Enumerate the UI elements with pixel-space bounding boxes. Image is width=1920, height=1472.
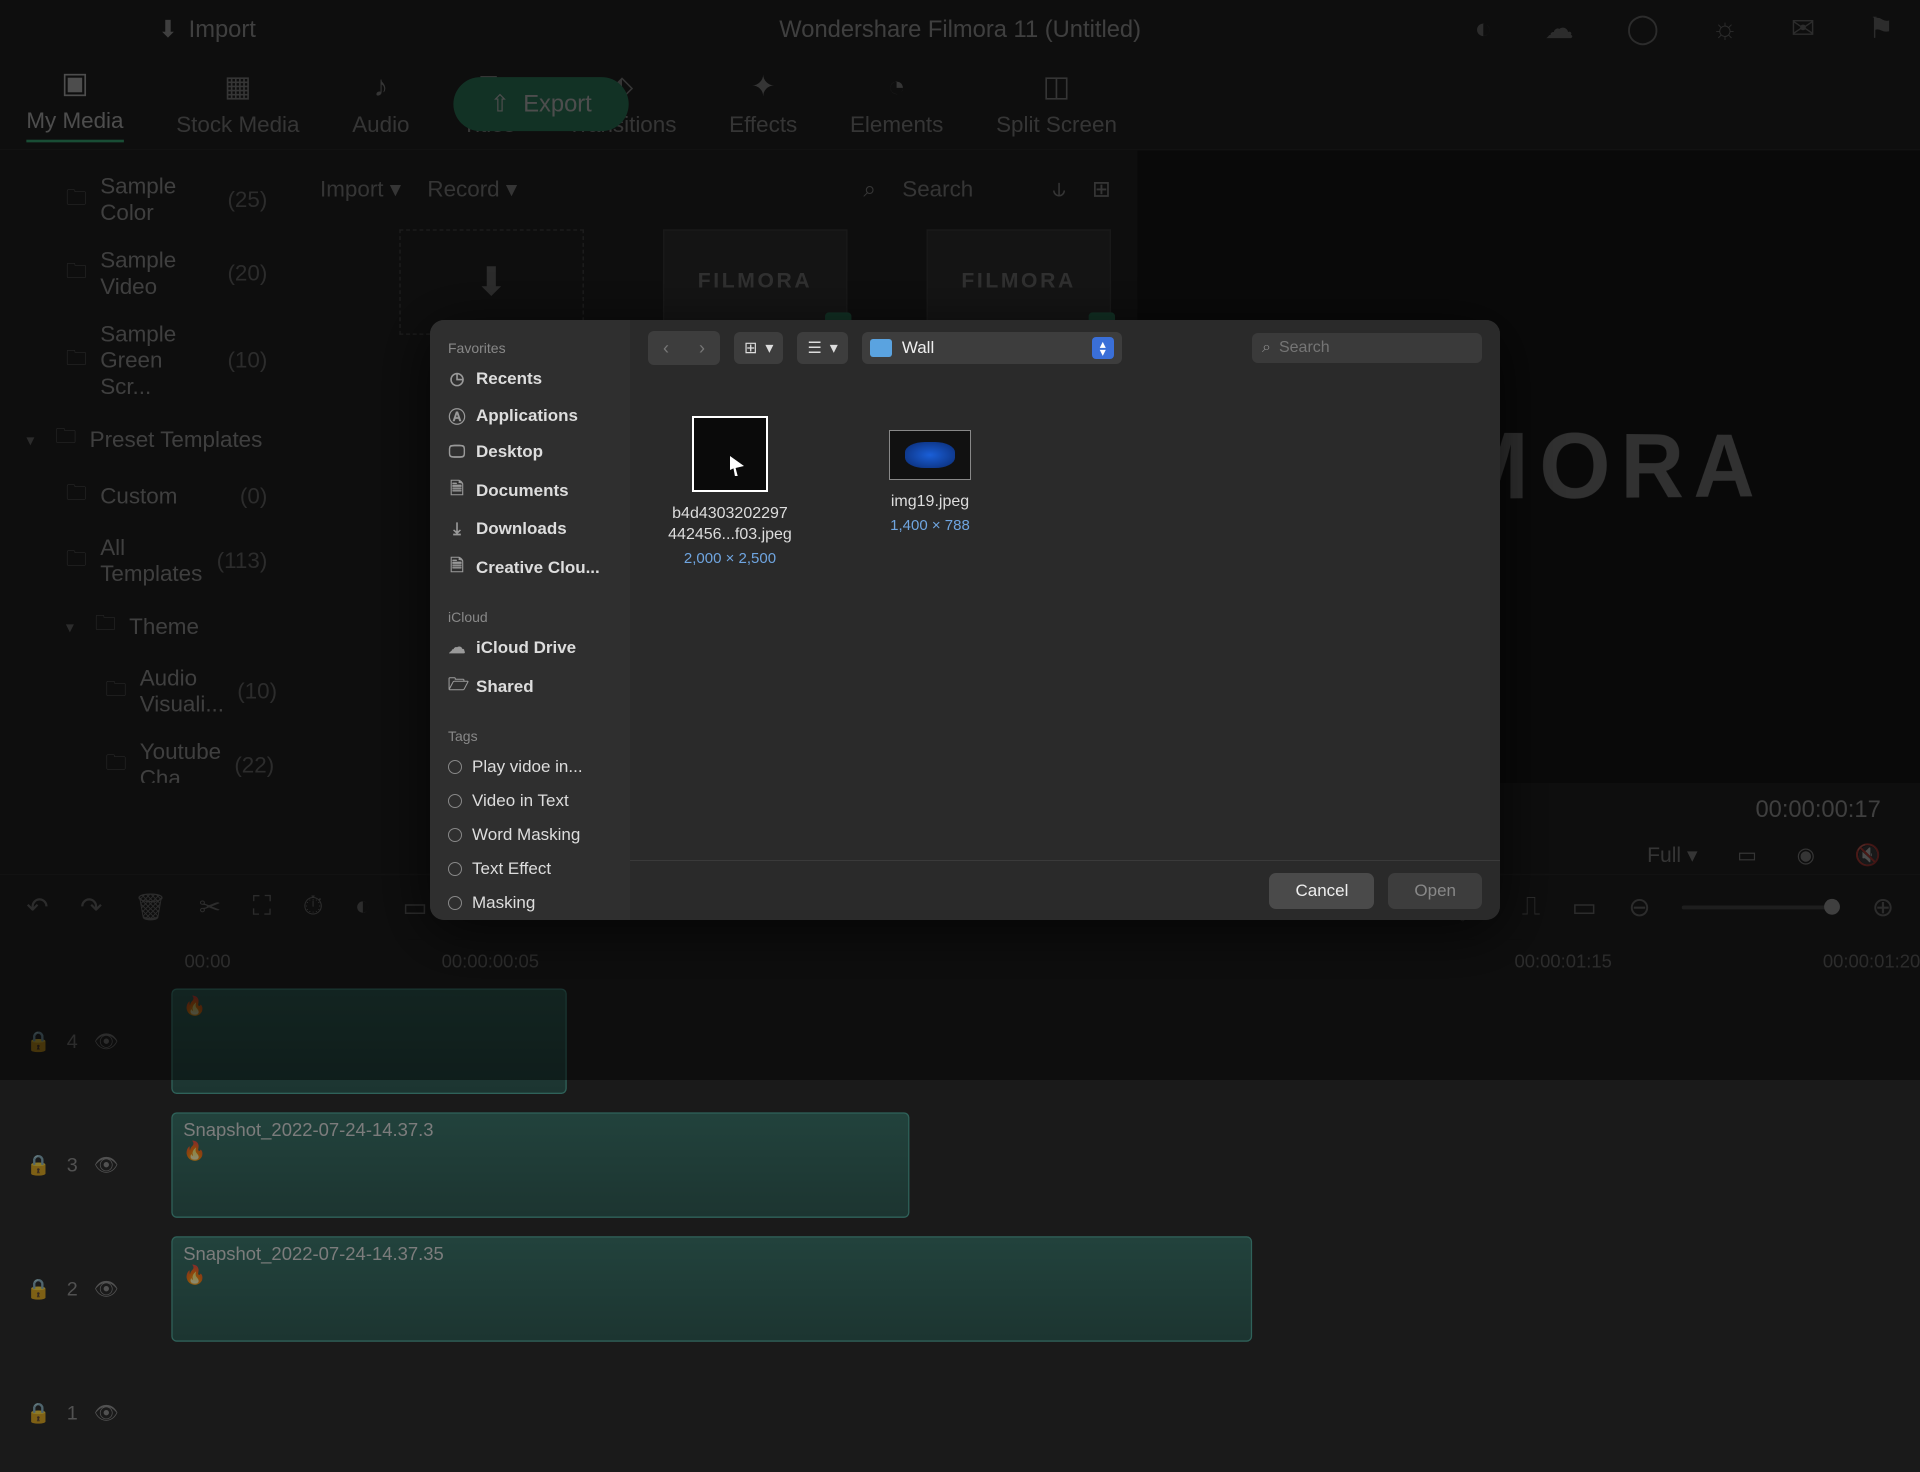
shared-icon: 🗁 [448,672,466,701]
tag-dot-icon [448,828,462,842]
nav-back-button[interactable]: ‹ [648,331,684,365]
item-label: Downloads [476,519,567,539]
tag-dot-icon [448,760,462,774]
timeline-track[interactable]: 🔒 3 👁 Snapshot_2022-07-24-14.37.3🔥 [0,1106,1920,1225]
nav-forward-button[interactable]: › [684,331,720,365]
favorites-downloads[interactable]: ⤓ Downloads [430,512,630,546]
updown-arrows-icon: ▴▾ [1092,337,1114,359]
file-thumbnail [692,416,768,492]
visibility-icon[interactable]: 👁 [94,1401,119,1425]
favorites-documents[interactable]: 🗎 Documents [430,469,630,512]
favorites-recents[interactable]: ◷ Recents [430,362,630,396]
file-dialog-sidebar: Favorites ◷ Recents Ⓐ Applications 🖵 Deskto… [430,320,630,920]
tag-label: Video in Text [472,791,569,811]
lock-icon[interactable]: 🔒 [26,1401,51,1425]
location-label: Wall [902,338,1082,358]
item-label: Applications [476,406,578,426]
tag-dot-icon [448,862,462,876]
file-name: b4d4303202297442456...f03.jpeg [668,504,792,546]
app-icon: Ⓐ [448,403,466,428]
item-label: iCloud Drive [476,638,576,658]
file-list: b4d4303202297442456...f03.jpeg 2,000 × 2… [630,376,1500,860]
file-dialog-footer: Cancel Open [630,860,1500,920]
favorites-creative-cloud[interactable]: 🗎 Creative Clou... [430,546,630,589]
desktop-icon: 🖵 [448,442,466,462]
item-label: Shared [476,677,534,697]
tag-item[interactable]: Video in Text [430,784,630,818]
tag-label: Word Masking [472,825,580,845]
item-label: Creative Clou... [476,558,600,578]
sidebar-section-icloud: iCloud [430,603,630,631]
group-view-button[interactable]: ☰▾ [797,332,847,364]
cloud-icon: ☁ [448,638,466,658]
icloud-drive[interactable]: ☁ iCloud Drive [430,631,630,665]
item-label: Documents [476,481,569,501]
favorites-desktop[interactable]: 🖵 Desktop [430,435,630,469]
item-label: Desktop [476,442,543,462]
clip-label: Snapshot_2022-07-24-14.37.3 [183,1119,433,1140]
folder-icon [870,339,892,357]
file-thumbnail [889,430,971,480]
file-icon: 🗎 [448,553,466,582]
clip-label: Snapshot_2022-07-24-14.37.35 [183,1243,444,1264]
mouse-cursor-icon [730,456,744,476]
sidebar-section-tags: Tags [430,722,630,750]
effect-badge: 🔥 [183,1264,206,1285]
icon-view-button[interactable]: ⊞▾ [734,332,783,364]
timeline-track[interactable]: 🔒 1 👁 [0,1354,1920,1472]
track-number: 3 [67,1154,78,1176]
track-number: 1 [67,1402,78,1424]
tag-item[interactable]: Word Masking [430,818,630,852]
item-label: Recents [476,369,542,389]
location-dropdown[interactable]: Wall ▴▾ [862,332,1122,364]
image-preview [905,442,955,468]
tag-label: Masking [472,893,535,913]
chevron-down-icon: ▾ [765,338,773,358]
sidebar-section-favorites: Favorites [430,334,630,362]
tag-label: Play vidoe in... [472,757,583,777]
favorites-applications[interactable]: Ⓐ Applications [430,396,630,435]
list-icon: ☰ [807,338,821,358]
tag-label: Text Effect [472,859,551,879]
open-button[interactable]: Open [1388,873,1482,909]
tag-item[interactable]: Text Effect [430,852,630,886]
file-dialog-toolbar: ‹ › ⊞▾ ☰▾ Wall ▴▾ ⌕ [630,320,1500,376]
tag-dot-icon [448,794,462,808]
chevron-down-icon: ▾ [830,338,838,358]
lock-icon[interactable]: 🔒 [26,1153,51,1177]
download-icon: ⤓ [448,519,466,539]
search-icon: ⌕ [1262,339,1271,357]
file-dimensions: 1,400 × 788 [890,517,970,534]
file-item[interactable]: img19.jpeg 1,400 × 788 [860,416,1000,534]
track-number: 2 [67,1278,78,1300]
tag-item[interactable]: Play vidoe in... [430,750,630,784]
clip[interactable]: Snapshot_2022-07-24-14.37.3🔥 [171,1112,909,1217]
cancel-button[interactable]: Cancel [1269,873,1374,909]
file-dialog-main: ‹ › ⊞▾ ☰▾ Wall ▴▾ ⌕ b4d43032022974424 [630,320,1500,920]
open-file-dialog: Favorites ◷ Recents Ⓐ Applications 🖵 Deskto… [430,320,1500,920]
search-input[interactable] [1279,339,1472,357]
clock-icon: ◷ [448,369,466,389]
document-icon: 🗎 [448,476,466,505]
timeline-track[interactable]: 🔒 2 👁 Snapshot_2022-07-24-14.37.35🔥 [0,1230,1920,1349]
effect-badge: 🔥 [183,1140,206,1161]
grid-icon: ⊞ [744,338,757,358]
tag-item[interactable]: Masking [430,886,630,920]
visibility-icon[interactable]: 👁 [94,1153,119,1177]
clip[interactable]: Snapshot_2022-07-24-14.37.35🔥 [171,1236,1252,1341]
tag-dot-icon [448,896,462,910]
file-dimensions: 2,000 × 2,500 [684,550,776,567]
file-name: img19.jpeg [891,492,969,513]
file-item-selected[interactable]: b4d4303202297442456...f03.jpeg 2,000 × 2… [660,416,800,567]
icloud-shared[interactable]: 🗁 Shared [430,665,630,708]
search-box[interactable]: ⌕ [1252,333,1482,363]
lock-icon[interactable]: 🔒 [26,1277,51,1301]
visibility-icon[interactable]: 👁 [94,1277,119,1301]
